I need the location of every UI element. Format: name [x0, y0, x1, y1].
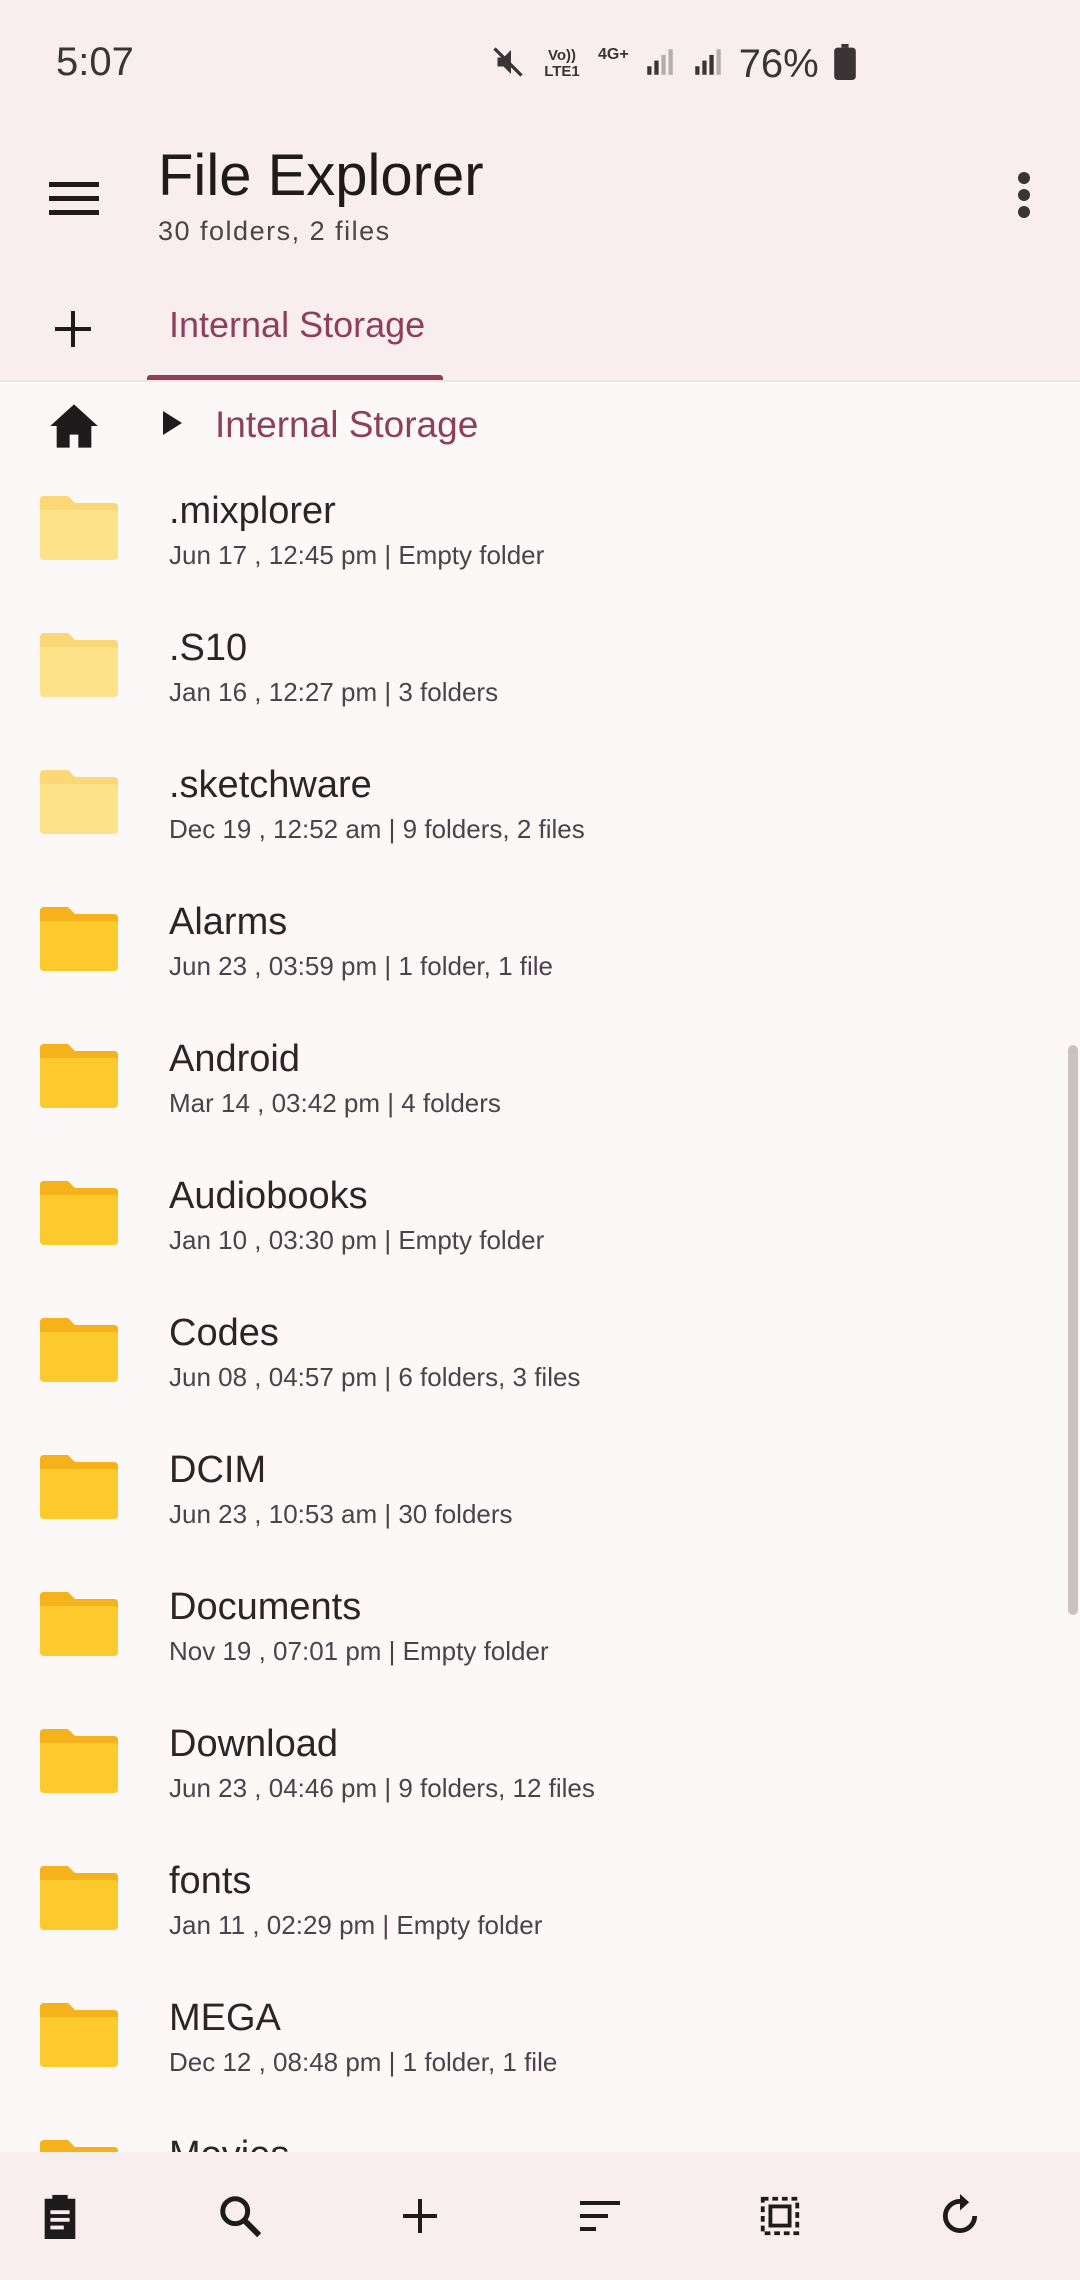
status-time: 5:07: [56, 40, 134, 84]
folder-icon: [40, 1455, 118, 1519]
tab-internal-storage[interactable]: Internal Storage: [147, 296, 443, 380]
file-meta: Nov 19 , 07:01 pm | Empty folder: [169, 1636, 549, 1666]
home-button[interactable]: [44, 396, 104, 456]
file-meta: Jun 23 , 10:53 am | 30 folders: [169, 1499, 513, 1529]
select-all-button[interactable]: [750, 2186, 810, 2246]
folder-icon: [40, 1318, 118, 1382]
sort-button[interactable]: [570, 2186, 630, 2246]
breadcrumb-item-internal-storage[interactable]: Internal Storage: [215, 404, 478, 446]
tab-label: Internal Storage: [169, 304, 426, 345]
status-bar: 5:07 Vo)) LTE1 4G+ 76%: [0, 0, 1080, 120]
file-meta: Jan 11 , 02:29 pm | Empty folder: [169, 1910, 543, 1940]
list-item[interactable]: Audiobooks Jan 10 , 03:30 pm | Empty fold…: [0, 1163, 1066, 1300]
list-item[interactable]: Codes Jun 08 , 04:57 pm | 6 folders, 3 fi…: [0, 1300, 1066, 1437]
file-name: Movies: [169, 2134, 289, 2152]
battery-percent: 76%: [738, 41, 819, 86]
file-name: Audiobooks: [169, 1175, 368, 1217]
file-meta: Jun 23 , 04:46 pm | 9 folders, 12 files: [169, 1773, 595, 1803]
clipboard-icon: [44, 2194, 76, 2239]
list-item[interactable]: DCIM Jun 23 , 10:53 am | 30 folders: [0, 1437, 1066, 1574]
refresh-button[interactable]: [930, 2186, 990, 2246]
volte-icon: Vo)) LTE1: [540, 48, 584, 80]
file-name: DCIM: [169, 1449, 267, 1491]
file-name: Alarms: [169, 901, 288, 943]
app-bar: File Explorer 30 folders, 2 files Intern…: [0, 120, 1080, 382]
folder-icon: [40, 496, 118, 560]
list-item[interactable]: .S10 Jan 16 , 12:27 pm | 3 folders: [0, 615, 1066, 752]
list-item[interactable]: Movies: [0, 2122, 1066, 2152]
clipboard-button[interactable]: [30, 2186, 90, 2246]
signal-strength-icon: [643, 45, 677, 84]
file-meta: Jan 10 , 03:30 pm | Empty folder: [169, 1225, 545, 1255]
file-name: Download: [169, 1723, 338, 1765]
folder-icon: [40, 1592, 118, 1656]
list-item[interactable]: Download Jun 23 , 04:46 pm | 9 folders, 1…: [0, 1711, 1066, 1848]
breadcrumb: Internal Storage: [0, 382, 1080, 478]
folder-icon: [40, 2003, 118, 2067]
file-list[interactable]: .mixplorer Jun 17 , 12:45 pm | Empty fold…: [0, 478, 1080, 2152]
select-all-icon: [760, 2196, 800, 2236]
volte-label: Vo)) LTE1: [544, 47, 580, 80]
page-subtitle: 30 folders, 2 files: [158, 216, 391, 246]
file-meta: Jan 16 , 12:27 pm | 3 folders: [169, 677, 499, 707]
plus-icon: [55, 311, 91, 347]
folder-icon: [40, 907, 118, 971]
scrollbar[interactable]: [1068, 1045, 1078, 1615]
list-item[interactable]: Alarms Jun 23 , 03:59 pm | 1 folder, 1 fi…: [0, 889, 1066, 1026]
file-meta: Jun 17 , 12:45 pm | Empty folder: [169, 540, 545, 570]
home-icon: [50, 404, 98, 448]
folder-icon: [40, 770, 118, 834]
file-name: fonts: [169, 1860, 252, 1902]
file-name: Documents: [169, 1586, 362, 1628]
tab-active-indicator: [147, 375, 443, 380]
file-meta: Jun 23 , 03:59 pm | 1 folder, 1 file: [169, 951, 553, 981]
plus-icon: [403, 2199, 437, 2233]
breadcrumb-arrow-icon: [158, 408, 186, 438]
search-icon: [220, 2196, 262, 2238]
more-options-button[interactable]: [1000, 160, 1048, 230]
file-name: .S10: [169, 627, 248, 669]
folder-icon: [40, 1729, 118, 1793]
list-item[interactable]: fonts Jan 11 , 02:29 pm | Empty folder: [0, 1848, 1066, 1985]
file-meta: Mar 14 , 03:42 pm | 4 folders: [169, 1088, 501, 1118]
folder-icon: [40, 1181, 118, 1245]
file-name: MEGA: [169, 1997, 281, 2039]
list-item[interactable]: .sketchware Dec 19 , 12:52 am | 9 folders…: [0, 752, 1066, 889]
battery-icon: [833, 43, 857, 85]
folder-icon: [40, 633, 118, 697]
add-tab-button[interactable]: [44, 300, 102, 358]
mute-icon: [490, 44, 526, 85]
folder-icon: [40, 1044, 118, 1108]
list-item[interactable]: .mixplorer Jun 17 , 12:45 pm | Empty fold…: [0, 478, 1066, 615]
bottom-toolbar: [0, 2152, 1080, 2280]
file-name: Android: [169, 1038, 300, 1080]
status-icons: Vo)) LTE1 4G+ 76%: [490, 42, 857, 86]
network-type-icon: 4G+: [598, 46, 629, 63]
search-button[interactable]: [210, 2186, 270, 2246]
file-name: Codes: [169, 1312, 279, 1354]
menu-button[interactable]: [46, 170, 102, 226]
list-item[interactable]: Documents Nov 19 , 07:01 pm | Empty folde…: [0, 1574, 1066, 1711]
page-title: File Explorer: [158, 143, 484, 208]
file-name: .mixplorer: [169, 490, 336, 532]
list-item[interactable]: MEGA Dec 12 , 08:48 pm | 1 folder, 1 file: [0, 1985, 1066, 2122]
list-item[interactable]: Android Mar 14 , 03:42 pm | 4 folders: [0, 1026, 1066, 1163]
file-meta: Dec 19 , 12:52 am | 9 folders, 2 files: [169, 814, 585, 844]
file-meta: Jun 08 , 04:57 pm | 6 folders, 3 files: [169, 1362, 581, 1392]
hamburger-menu-icon: [49, 182, 99, 215]
folder-icon: [40, 1866, 118, 1930]
new-item-button[interactable]: [390, 2186, 450, 2246]
file-name: .sketchware: [169, 764, 372, 806]
file-meta: Dec 12 , 08:48 pm | 1 folder, 1 file: [169, 2047, 558, 2077]
signal-strength-2-icon: [691, 45, 725, 84]
sort-icon: [580, 2201, 620, 2231]
folder-icon: [40, 2140, 118, 2152]
refresh-icon: [942, 2194, 978, 2234]
more-vertical-icon: [1018, 172, 1030, 218]
